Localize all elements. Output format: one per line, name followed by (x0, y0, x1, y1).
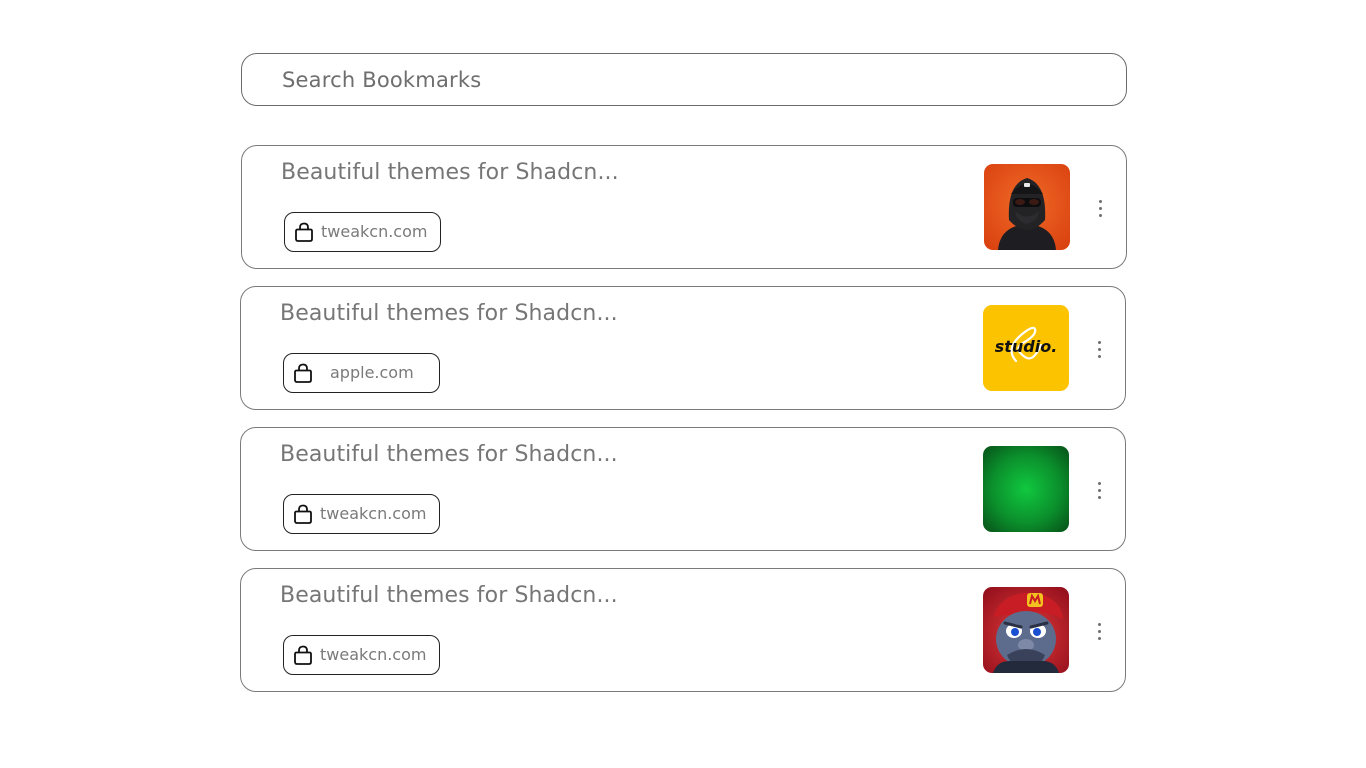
studio-logo-text: studio. (995, 337, 1058, 356)
hooded-figure-orange-thumbnail[interactable] (984, 164, 1070, 250)
domain-label: tweakcn.com (320, 645, 427, 664)
bookmark-title[interactable]: Beautiful themes for Shadcn... (280, 442, 618, 467)
shopping-bag-icon (294, 504, 312, 524)
game-character-thumbnail[interactable] (983, 587, 1069, 673)
bookmark-title[interactable]: Beautiful themes for Shadcn... (280, 301, 618, 326)
domain-chip[interactable]: tweakcn.com (283, 635, 440, 675)
bookmark-card[interactable]: Beautiful themes for Shadcn... tweakcn.c… (240, 568, 1126, 692)
bookmark-title[interactable]: Beautiful themes for Shadcn... (280, 583, 618, 608)
bookmark-title[interactable]: Beautiful themes for Shadcn... (281, 160, 619, 185)
search-input[interactable] (282, 54, 1082, 105)
domain-chip[interactable]: tweakcn.com (283, 494, 440, 534)
bookmark-card[interactable]: Beautiful themes for Shadcn... tweakcn.c… (241, 145, 1127, 269)
shopping-bag-icon (295, 222, 313, 242)
more-vertical-icon[interactable] (1089, 472, 1109, 508)
bookmark-card[interactable]: Beautiful themes for Shadcn... tweakcn.c… (240, 427, 1126, 551)
domain-label: tweakcn.com (321, 222, 428, 241)
domain-label: tweakcn.com (320, 504, 427, 523)
domain-chip[interactable]: tweakcn.com (284, 212, 441, 252)
shopping-bag-icon (294, 645, 312, 665)
domain-label: apple.com (330, 363, 414, 382)
bookmark-card[interactable]: Beautiful themes for Shadcn... apple.com… (240, 286, 1126, 410)
more-vertical-icon[interactable] (1089, 331, 1109, 367)
search-bar[interactable] (241, 53, 1127, 106)
more-vertical-icon[interactable] (1090, 190, 1110, 226)
green-gradient-thumbnail[interactable] (983, 446, 1069, 532)
shopping-bag-icon (294, 363, 312, 383)
studio-logo-thumbnail[interactable]: studio. (983, 305, 1069, 391)
domain-chip[interactable]: apple.com (283, 353, 440, 393)
more-vertical-icon[interactable] (1089, 613, 1109, 649)
